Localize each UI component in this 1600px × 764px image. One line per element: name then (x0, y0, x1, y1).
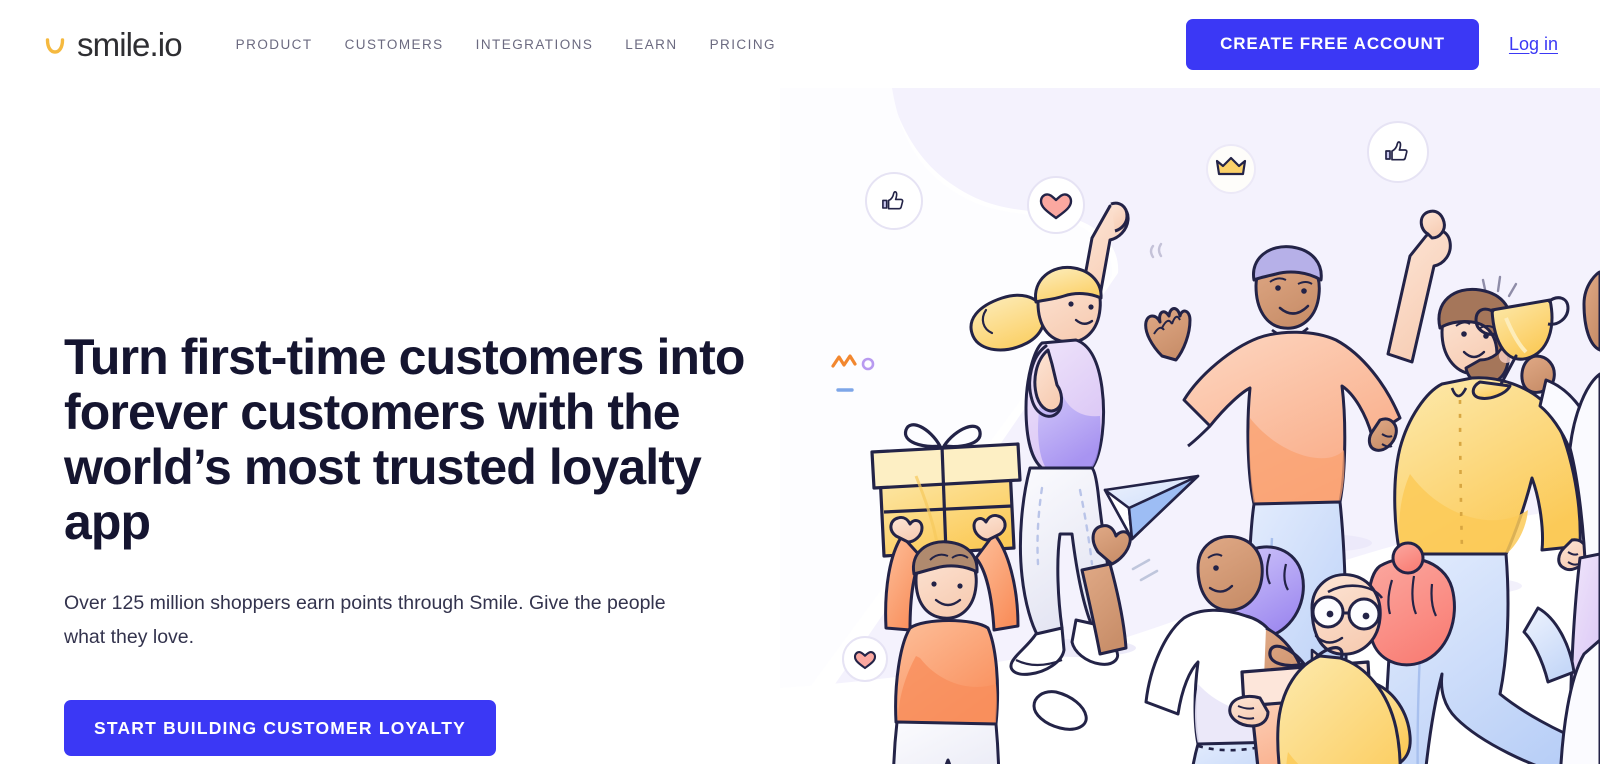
start-building-customer-loyalty-button[interactable]: START BUILDING CUSTOMER LOYALTY (64, 700, 496, 756)
site-header: smile.io PRODUCT CUSTOMERS INTEGRATIONS … (0, 0, 1600, 88)
header-actions: CREATE FREE ACCOUNT Log in (1186, 18, 1558, 70)
landing-page: smile.io PRODUCT CUSTOMERS INTEGRATIONS … (0, 0, 1600, 764)
nav-item-integrations[interactable]: INTEGRATIONS (460, 27, 610, 62)
reaction-bubble-heart-upper (1027, 176, 1085, 234)
nav-item-customers[interactable]: CUSTOMERS (329, 27, 460, 62)
logo-wordmark: smile.io (77, 25, 183, 63)
login-link[interactable]: Log in (1509, 34, 1558, 55)
reaction-bubble-thumbsup-left (865, 172, 923, 230)
create-free-account-button[interactable]: CREATE FREE ACCOUNT (1186, 18, 1479, 70)
primary-nav: PRODUCT CUSTOMERS INTEGRATIONS LEARN PRI… (220, 27, 792, 62)
hero-headline: Turn first-time customers into forever c… (64, 329, 745, 550)
logo[interactable]: smile.io (44, 25, 183, 63)
reaction-bubble-heart-lower (842, 636, 888, 682)
figure-gift-lifter (870, 423, 1022, 764)
reaction-bubble-thumbsup-right (1367, 121, 1429, 183)
smile-u-mark-icon (45, 38, 65, 54)
reaction-bubble-crown (1206, 144, 1256, 194)
hero-illustration (780, 88, 1600, 764)
hero-subheadline: Over 125 million shoppers earn points th… (64, 592, 666, 648)
hero-content: Turn first-time customers into forever c… (64, 330, 764, 756)
nav-item-pricing[interactable]: PRICING (694, 27, 792, 62)
nav-item-product[interactable]: PRODUCT (220, 27, 329, 62)
nav-item-learn[interactable]: LEARN (609, 27, 693, 62)
